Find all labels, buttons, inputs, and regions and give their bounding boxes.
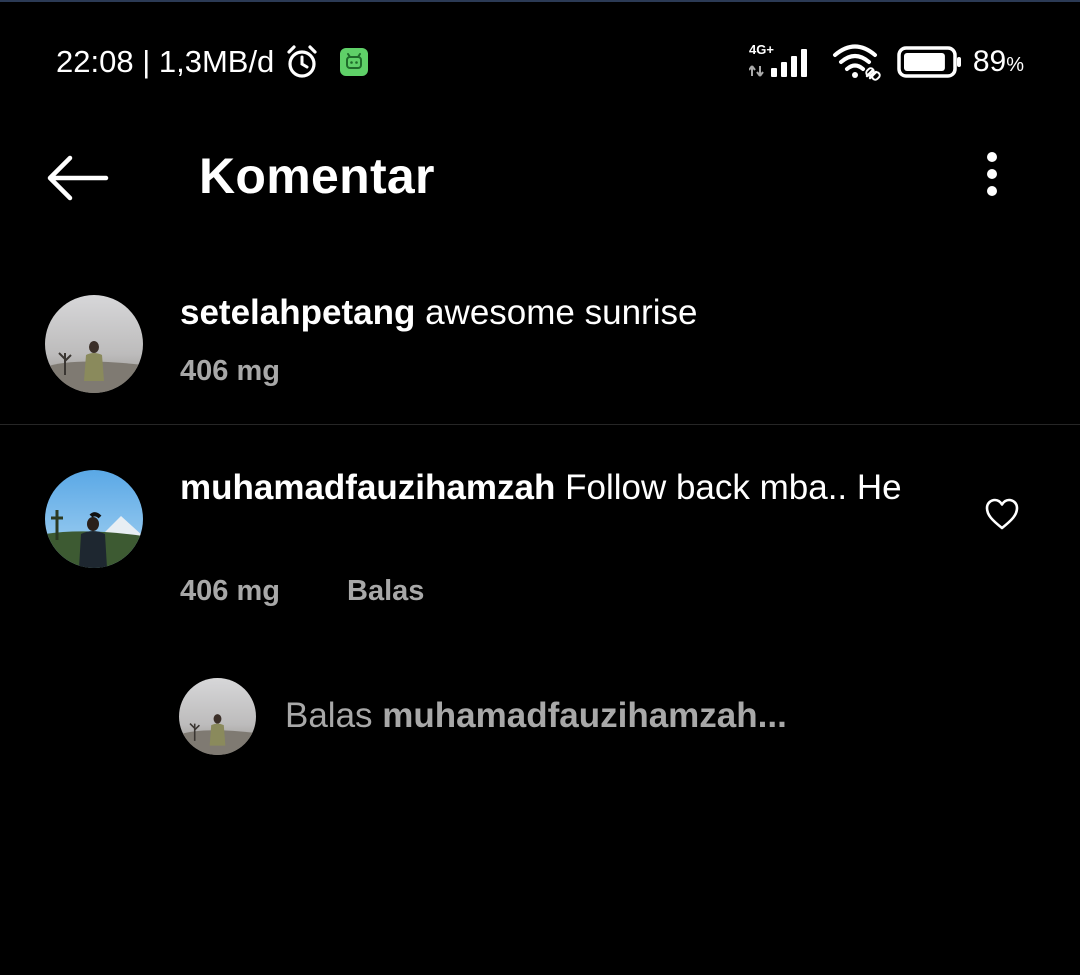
- caption-text: setelahpetang awesome sunrise: [180, 290, 940, 336]
- status-left: 22:08 | 1,3MB/d: [56, 40, 369, 84]
- page-title: Komentar: [199, 148, 435, 204]
- alarm-icon: [284, 44, 320, 80]
- wifi-icon: [831, 42, 883, 82]
- notification-app-icon: [340, 48, 369, 76]
- battery-icon: [897, 46, 963, 78]
- back-arrow-icon: [47, 155, 109, 201]
- caption-username[interactable]: setelahpetang: [180, 293, 415, 332]
- status-bar: 22:08 | 1,3MB/d 4G+ 89%: [0, 2, 1080, 122]
- status-right: 4G+ 89%: [748, 40, 1024, 84]
- reply-avatar: [179, 678, 256, 755]
- status-time-speed: 22:08 | 1,3MB/d: [56, 44, 275, 79]
- comment-text: muhamadfauzihamzah Follow back mba.. He: [180, 465, 940, 511]
- reply-input[interactable]: Balas muhamadfauzihamzah...: [285, 696, 787, 736]
- battery-percent: 89%: [973, 45, 1024, 79]
- battery-percent-unit: %: [1006, 54, 1024, 76]
- more-options-button[interactable]: [972, 146, 1012, 206]
- header: Komentar: [0, 132, 1080, 222]
- caption-body: awesome sunrise: [425, 293, 698, 332]
- comment-row: muhamadfauzihamzah Follow back mba.. He …: [0, 457, 1080, 627]
- caption-row: setelahpetang awesome sunrise 406 mg: [0, 282, 1080, 422]
- reply-composer: Balas muhamadfauzihamzah...: [0, 672, 1080, 762]
- reply-prefix: Balas: [285, 696, 373, 735]
- like-button[interactable]: [984, 497, 1020, 531]
- back-button[interactable]: [40, 150, 114, 206]
- reply-button[interactable]: Balas: [347, 575, 424, 608]
- heart-icon: [985, 498, 1019, 530]
- cellular-signal-icon: 4G+: [748, 42, 819, 82]
- reply-target-username: muhamadfauzihamzah...: [382, 696, 787, 735]
- caption-time: 406 mg: [180, 355, 280, 387]
- comments-screen: 22:08 | 1,3MB/d 4G+ 89% Komentar setelah…: [0, 0, 1080, 975]
- network-type-label: 4G+: [749, 42, 774, 57]
- caption-divider: [0, 424, 1080, 425]
- caption-avatar[interactable]: [45, 295, 143, 393]
- comment-avatar[interactable]: [45, 470, 143, 568]
- comment-username[interactable]: muhamadfauzihamzah: [180, 468, 555, 507]
- battery-percent-value: 89: [972, 45, 1007, 78]
- more-options-icon: [987, 152, 997, 196]
- comment-body: Follow back mba.. He: [565, 468, 902, 507]
- comment-time: 406 mg: [180, 575, 280, 607]
